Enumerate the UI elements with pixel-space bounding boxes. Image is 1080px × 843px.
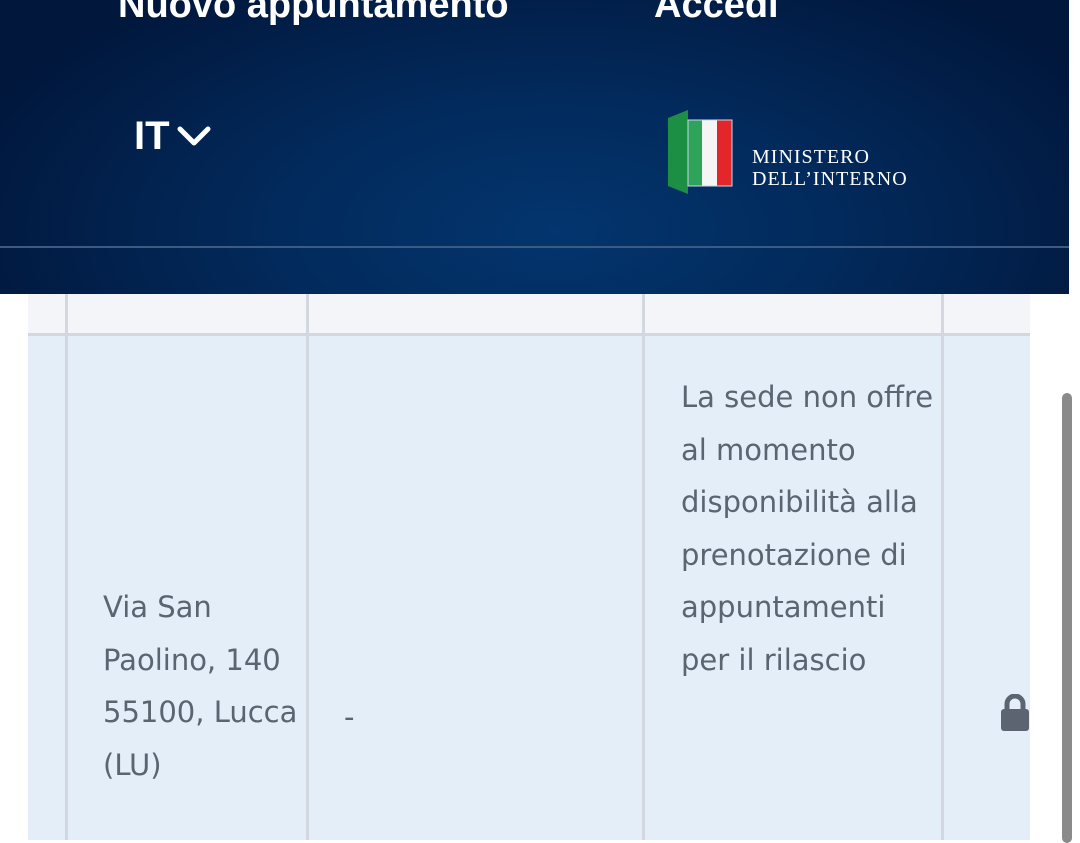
ministry-name-line1: MINISTERO [752, 146, 870, 168]
column-divider [65, 294, 68, 840]
offices-table: Via San Paolino, 140 55100, Lucca (LU) -… [28, 294, 1030, 840]
login-link[interactable]: Accedi [654, 0, 779, 28]
empty-cell: - [344, 700, 355, 734]
italian-flag-icon [668, 110, 733, 194]
table-header-row [28, 294, 1030, 334]
ministry-name: MINISTERO DELL’INTERNO [752, 146, 908, 190]
availability-note: La sede non offre al momento disponibili… [681, 380, 934, 677]
header-divider [0, 246, 1069, 248]
ministry-logo[interactable]: MINISTERO DELL’INTERNO [666, 110, 936, 200]
table-divider [28, 333, 1030, 336]
lock-icon[interactable] [1000, 694, 1030, 732]
column-divider [941, 294, 944, 840]
page-edge [1069, 0, 1080, 294]
site-header: Nuovo appuntamento Accedi IT MINISTERO D… [0, 0, 1069, 294]
column-divider [642, 294, 645, 840]
language-selector[interactable]: IT [134, 112, 212, 160]
chevron-down-icon [177, 126, 211, 146]
office-address: Via San Paolino, 140 55100, Lucca (LU) [103, 590, 298, 782]
main-content: Via San Paolino, 140 55100, Lucca (LU) -… [0, 294, 1080, 843]
scrollbar[interactable] [1062, 393, 1072, 843]
ministry-name-line2: DELL’INTERNO [752, 168, 908, 190]
column-divider [306, 294, 309, 840]
new-appointment-link[interactable]: Nuovo appuntamento [118, 0, 509, 28]
language-label: IT [134, 113, 170, 158]
